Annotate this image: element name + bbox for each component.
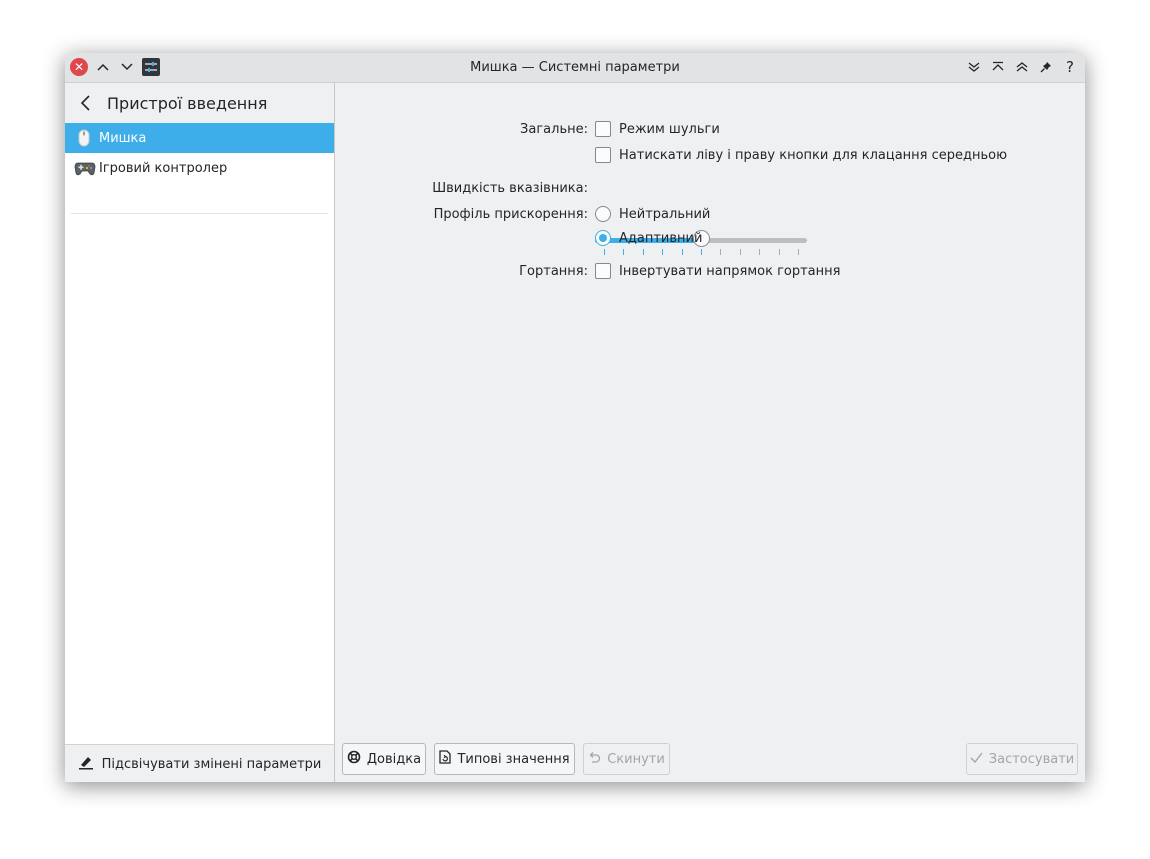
shade-icon[interactable] bbox=[1014, 59, 1030, 75]
apply-button[interactable]: Застосувати bbox=[966, 743, 1078, 775]
sidebar-item-label: Мишка bbox=[99, 130, 147, 146]
highlighter-icon bbox=[78, 754, 94, 774]
accel-adaptive-radio[interactable] bbox=[595, 230, 611, 246]
reset-button-label: Скинути bbox=[607, 751, 665, 767]
invert-scroll-checkbox[interactable] bbox=[595, 263, 611, 279]
general-label: Загальне: bbox=[520, 122, 588, 137]
back-arrow-icon[interactable] bbox=[78, 93, 94, 113]
help-button[interactable]: Довідка bbox=[342, 743, 426, 775]
slider-tick bbox=[798, 249, 799, 255]
left-handed-label: Режим шульги bbox=[619, 122, 720, 137]
gamepad-icon bbox=[74, 159, 96, 177]
middle-emulation-label: Натискати ліву і праву кнопки для клацан… bbox=[619, 148, 1008, 163]
accel-flat-label: Нейтральний bbox=[619, 207, 711, 222]
slider-tick bbox=[681, 249, 683, 255]
sidebar-item-mouse[interactable]: Мишка bbox=[65, 123, 334, 153]
window-title: Мишка — Системні параметри bbox=[470, 60, 680, 75]
slider-tick bbox=[662, 249, 664, 255]
help-icon[interactable]: ? bbox=[1062, 58, 1078, 76]
mouse-settings-panel: Загальне: Режим шульги Натискати ліву і … bbox=[335, 83, 1085, 782]
slider-tick bbox=[720, 249, 722, 255]
slider-tick bbox=[701, 249, 702, 255]
defaults-button[interactable]: Типові значення bbox=[434, 743, 575, 775]
sidebar-title: Пристрої введення bbox=[107, 94, 268, 113]
help-button-label: Довідка bbox=[366, 751, 422, 767]
sidebar-item-label: Ігровий контролер bbox=[99, 160, 228, 176]
accel-profile-label: Профіль прискорення: bbox=[433, 207, 588, 222]
slider-tick bbox=[759, 249, 761, 255]
undo-icon bbox=[588, 751, 601, 768]
document-revert-icon bbox=[439, 750, 452, 768]
middle-emulation-checkbox[interactable] bbox=[595, 147, 611, 163]
defaults-button-label: Типові значення bbox=[457, 751, 570, 767]
checkmark-icon bbox=[970, 752, 983, 767]
accel-flat-radio[interactable] bbox=[595, 206, 611, 222]
pin-icon[interactable] bbox=[1038, 59, 1054, 75]
invert-scroll-label: Інвертувати напрямок гортання bbox=[619, 264, 841, 279]
scrolling-label: Гортання: bbox=[519, 264, 588, 279]
title-bar: ✕ Мишка — Системні параметри ? bbox=[65, 53, 1085, 83]
sidebar-item-game-controller[interactable]: Ігровий контролер bbox=[65, 153, 334, 183]
slider-tick bbox=[623, 249, 625, 255]
slider-tick bbox=[642, 249, 644, 255]
slider-tick bbox=[778, 249, 780, 255]
apply-button-label: Застосувати bbox=[988, 751, 1075, 767]
keep-below-icon[interactable] bbox=[966, 59, 982, 75]
accel-adaptive-label: Адаптивний bbox=[619, 231, 703, 246]
left-handed-checkbox[interactable] bbox=[595, 121, 611, 137]
sidebar-header: Пристрої введення bbox=[65, 83, 334, 123]
lifebuoy-icon bbox=[347, 750, 361, 768]
mouse-icon bbox=[74, 129, 94, 147]
sidebar: Пристрої введення Мишка Ігровий контроле… bbox=[65, 83, 335, 782]
pointer-speed-label: Швидкість вказівника: bbox=[432, 181, 588, 196]
highlight-changed-button[interactable]: Підсвічувати змінені параметри bbox=[65, 744, 334, 782]
slider-tick bbox=[604, 249, 605, 255]
keep-above-icon[interactable] bbox=[990, 59, 1006, 75]
reset-button[interactable]: Скинути bbox=[583, 743, 670, 775]
highlight-changed-label: Підсвічувати змінені параметри bbox=[101, 756, 322, 772]
settings-window: ✕ Мишка — Системні параметри ? Пристрої … bbox=[65, 53, 1085, 782]
sidebar-divider bbox=[71, 213, 328, 214]
slider-tick bbox=[739, 249, 741, 255]
